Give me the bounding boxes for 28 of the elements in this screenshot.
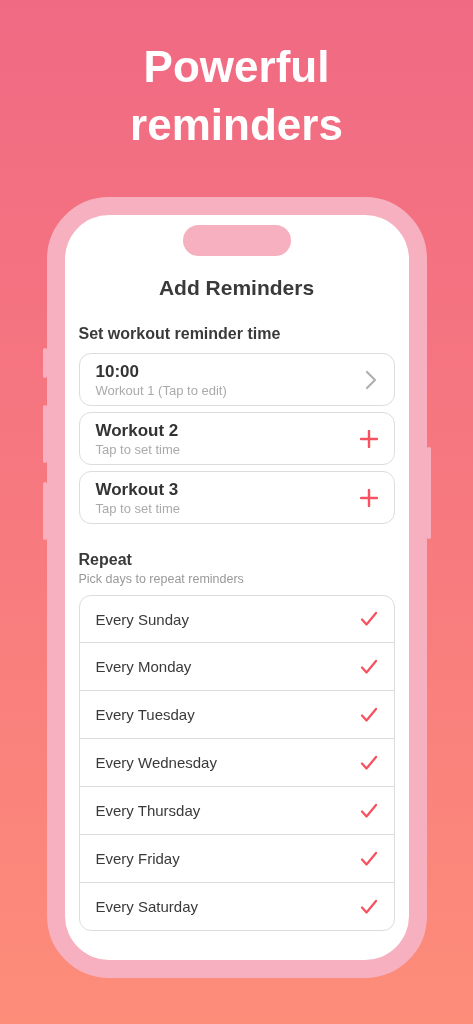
day-label: Every Sunday	[95, 610, 189, 628]
reminder-card[interactable]: 10:00 Workout 1 (Tap to edit)	[78, 353, 395, 406]
reminder-subtitle: Workout 1 (Tap to edit)	[95, 382, 227, 398]
reminder-card[interactable]: Workout 3 Tap to set time	[78, 471, 395, 524]
day-label: Every Thursday	[95, 802, 201, 819]
day-row[interactable]: Every Saturday	[79, 882, 394, 930]
section-hint: Pick days to repeat reminders	[78, 572, 245, 586]
day-label: Every Monday	[95, 658, 192, 675]
day-row[interactable]: Every Friday	[79, 834, 394, 882]
day-label: Every Tuesday	[95, 706, 195, 723]
reminder-title: Workout 3	[95, 479, 180, 500]
day-label: Every Friday	[95, 850, 180, 867]
day-row[interactable]: Every Sunday	[79, 596, 394, 642]
day-row[interactable]: Every Monday	[79, 642, 394, 690]
reminder-title: 10:00	[95, 361, 140, 382]
reminder-card[interactable]: Workout 2 Tap to set time	[78, 412, 395, 465]
day-label: Every Wednesday	[95, 754, 217, 771]
reminder-title: Workout 2	[95, 420, 180, 441]
day-row[interactable]: Every Wednesday	[79, 738, 394, 786]
section-label: Repeat	[78, 551, 133, 569]
reminder-subtitle: Tap to set time	[95, 441, 181, 457]
headline: Powerful reminders	[129, 41, 344, 151]
screen-title: Add Reminders	[157, 276, 316, 300]
day-row[interactable]: Every Thursday	[79, 786, 394, 834]
section-label: Set workout reminder time	[78, 325, 282, 343]
reminder-subtitle: Tap to set time	[95, 500, 181, 516]
day-row[interactable]: Every Tuesday	[79, 690, 394, 738]
day-label: Every Saturday	[95, 898, 199, 915]
